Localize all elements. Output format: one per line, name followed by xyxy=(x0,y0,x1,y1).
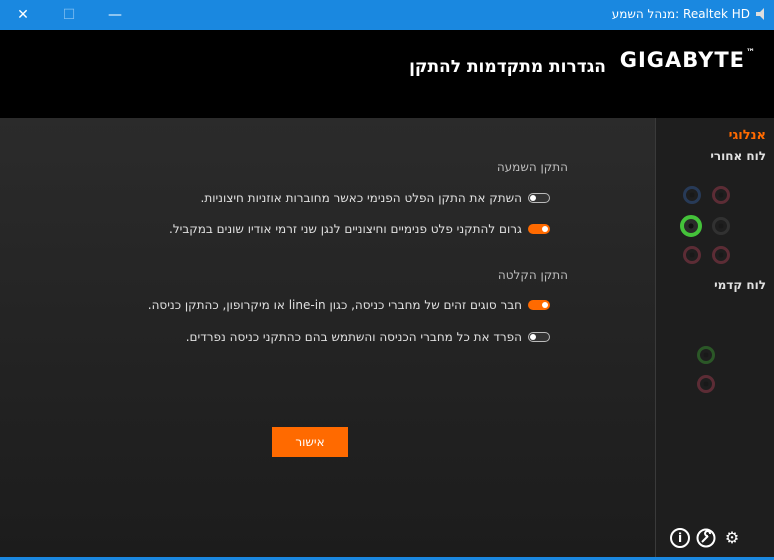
wrench-icon[interactable] xyxy=(696,528,716,548)
option-dual-stream[interactable]: גרום להתקני פלט פנימיים וחיצוניים לנגן ש… xyxy=(169,220,550,238)
gear-icon[interactable]: ⚙ xyxy=(722,528,742,548)
option-label: השתק את התקן הפלט הפנימי כאשר מחוברות או… xyxy=(200,191,523,205)
title-bar: ✕ ☐ — Realtek HD :מנהל השמע xyxy=(0,0,774,30)
back-jack-green-active[interactable] xyxy=(680,215,702,237)
toggle-switch[interactable] xyxy=(528,224,550,234)
toggle-switch[interactable] xyxy=(528,300,550,310)
close-button[interactable]: ✕ xyxy=(0,0,46,30)
back-jack-pink-2[interactable] xyxy=(712,246,730,264)
front-jack-pink[interactable] xyxy=(697,375,715,393)
window-title: Realtek HD :מנהל השמע xyxy=(611,7,750,21)
back-jack-red[interactable] xyxy=(683,246,701,264)
option-label: גרום להתקני פלט פנימיים וחיצוניים לנגן ש… xyxy=(169,222,522,236)
toggle-switch[interactable] xyxy=(528,193,550,203)
info-icon[interactable]: i xyxy=(670,528,690,548)
option-tie-inputs[interactable]: חבר סוגים זהים של מחברי כניסה, כגון line… xyxy=(148,296,550,314)
toggle-switch[interactable] xyxy=(528,332,550,342)
back-jack-blue[interactable] xyxy=(683,186,701,204)
back-jack-pink[interactable] xyxy=(712,186,730,204)
back-panel-label: לוח אחורי xyxy=(710,149,766,163)
speaker-icon xyxy=(756,8,764,20)
connector-panel: אנלוגי לוח אחורי לוח קדמי xyxy=(655,118,774,558)
minimize-button[interactable]: — xyxy=(92,0,138,30)
footer-toolbar: i ⚙ xyxy=(670,528,742,548)
maximize-button[interactable]: ☐ xyxy=(46,0,92,30)
gigabyte-logo: GIGABYTE™ xyxy=(619,48,756,72)
playback-section-label: התקן השמעה xyxy=(496,160,568,174)
front-panel-label: לוח קדמי xyxy=(714,278,766,292)
option-label: חבר סוגים זהים של מחברי כניסה, כגון line… xyxy=(147,298,522,312)
front-jack-green[interactable] xyxy=(697,346,715,364)
ok-button[interactable]: אישור xyxy=(272,427,348,457)
option-label: הפרד את כל מחברי הכניסה והשתמש בהם כהתקנ… xyxy=(185,330,522,344)
page-title: הגדרות מתקדמות להתקן xyxy=(409,57,606,77)
settings-panel: התקן השמעה השתק את התקן הפלט הפנימי כאשר… xyxy=(0,118,655,558)
back-jack-empty[interactable] xyxy=(712,217,730,235)
recording-section-label: התקן הקלטה xyxy=(497,268,568,282)
option-separate-inputs[interactable]: הפרד את כל מחברי הכניסה והשתמש בהם כהתקנ… xyxy=(186,328,550,346)
option-mute-internal[interactable]: השתק את התקן הפלט הפנימי כאשר מחוברות או… xyxy=(200,189,550,207)
analog-title: אנלוגי xyxy=(728,128,766,143)
app-header: GIGABYTE™ הגדרות מתקדמות להתקן xyxy=(0,30,774,118)
